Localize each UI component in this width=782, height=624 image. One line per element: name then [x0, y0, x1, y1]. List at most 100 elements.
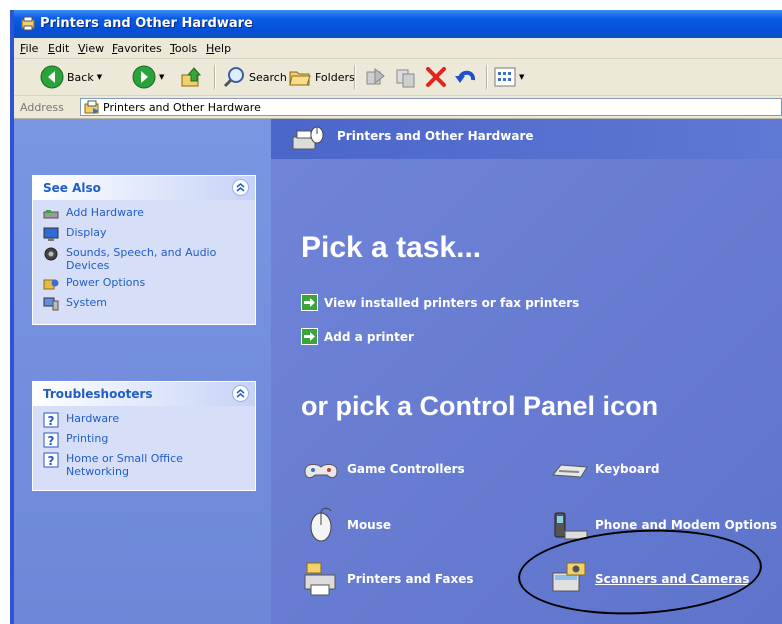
menu-help[interactable]: Help: [206, 42, 231, 55]
cp-keyboard[interactable]: Keyboard: [549, 449, 660, 489]
folders-label: Folders: [315, 70, 355, 84]
see-also-sounds[interactable]: Sounds, Speech, and Audio Devices: [33, 244, 255, 274]
content-header-title: Printers and Other Hardware: [337, 129, 534, 143]
toolbar-separator: [354, 65, 355, 89]
cp-game-controllers[interactable]: Game Controllers: [301, 449, 465, 489]
troubleshooters-header[interactable]: Troubleshooters: [33, 382, 255, 406]
title-bar[interactable]: Printers and Other Hardware: [10, 10, 782, 38]
delete-icon: [426, 67, 446, 87]
task-link-text: Add a printer: [324, 329, 414, 344]
views-dropdown-icon[interactable]: ▼: [519, 73, 524, 81]
undo-icon: [455, 70, 475, 83]
game-controller-icon: [304, 463, 338, 479]
troubleshooter-printing[interactable]: ? Printing: [33, 430, 255, 450]
see-also-display[interactable]: Display: [33, 224, 255, 244]
toolbar: Back ▼ ▼ Search Folders ▼: [14, 59, 782, 96]
green-arrow-icon: [301, 328, 318, 345]
computer-icon: [43, 297, 59, 311]
cp-printers-faxes[interactable]: Printers and Faxes: [301, 559, 474, 599]
move-to-button[interactable]: [364, 65, 388, 89]
svg-text:?: ?: [48, 434, 55, 448]
back-dropdown-icon[interactable]: ▼: [97, 73, 102, 81]
display-icon: [43, 227, 59, 241]
cp-label: Mouse: [347, 518, 392, 532]
help-icon: ?: [43, 412, 59, 428]
address-value: Printers and Other Hardware: [103, 101, 261, 114]
menu-tools[interactable]: Tools: [170, 42, 197, 55]
troubleshooter-item-label: Hardware: [66, 412, 120, 425]
task-link-text: View installed printers or fax printers: [324, 295, 580, 310]
see-also-title: See Also: [43, 181, 101, 195]
explorer-window: Printers and Other Hardware File Edit Vi…: [10, 10, 782, 624]
move-to-icon: [366, 67, 385, 85]
see-also-item-label: Add Hardware: [66, 206, 144, 219]
mouse-icon: [310, 507, 332, 542]
help-icon: ?: [43, 432, 59, 448]
views-icon: [494, 67, 516, 87]
views-button[interactable]: ▼: [494, 65, 524, 89]
add-hardware-icon: [43, 210, 59, 219]
toolbar-separator: [486, 65, 487, 89]
forward-button[interactable]: ▼: [132, 65, 164, 89]
troubleshooter-item-label: Home or Small Office Networking: [66, 452, 183, 478]
content-header: Printers and Other Hardware: [271, 119, 782, 159]
forward-dropdown-icon[interactable]: ▼: [159, 73, 164, 81]
cp-label: Keyboard: [595, 462, 660, 476]
help-icon: ?: [43, 452, 59, 468]
troubleshooter-item-label: Printing: [66, 432, 109, 445]
search-icon: [223, 67, 244, 88]
back-label: Back: [67, 70, 94, 84]
see-also-power-options[interactable]: Power Options: [33, 274, 255, 294]
pick-icon-heading: or pick a Control Panel icon: [301, 391, 659, 421]
up-folder-icon: [181, 67, 202, 87]
see-also-panel: See Also Add Hardware Display Sounds, Sp…: [32, 175, 256, 325]
up-button[interactable]: [180, 65, 204, 89]
printer-folder-icon: [21, 16, 35, 31]
see-also-item-label: Display: [66, 226, 107, 239]
printer-mouse-icon: [292, 126, 324, 150]
task-view-printers[interactable]: View installed printers or fax printers: [301, 294, 579, 311]
toolbar-separator: [214, 65, 215, 89]
menu-edit[interactable]: Edit: [48, 42, 69, 55]
printer-folder-icon: [84, 100, 99, 114]
menu-file[interactable]: File: [20, 42, 38, 55]
menu-bar: File Edit View Favorites Tools Help: [14, 38, 782, 59]
address-label: Address: [20, 101, 64, 114]
copy-to-button[interactable]: [394, 65, 418, 89]
address-field[interactable]: Printers and Other Hardware: [80, 98, 782, 116]
see-also-item-label: Power Options: [66, 276, 146, 289]
troubleshooter-hardware[interactable]: ? Hardware: [33, 410, 255, 430]
power-icon: [43, 279, 59, 290]
svg-text:?: ?: [48, 414, 55, 428]
address-bar: Address Printers and Other Hardware: [14, 96, 782, 119]
back-button[interactable]: Back ▼: [40, 65, 102, 89]
forward-arrow-icon: [132, 65, 156, 89]
folders-icon: [289, 71, 311, 86]
see-also-add-hardware[interactable]: Add Hardware: [33, 204, 255, 224]
see-also-header[interactable]: See Also: [33, 176, 255, 200]
undo-button[interactable]: [454, 65, 478, 89]
task-add-printer[interactable]: Add a printer: [301, 328, 414, 345]
troubleshooter-networking[interactable]: ? Home or Small Office Networking: [33, 450, 255, 480]
search-button[interactable]: Search: [222, 65, 287, 89]
menu-favorites[interactable]: Favorites: [112, 42, 162, 55]
cp-label: Printers and Faxes: [347, 572, 474, 586]
pick-task-heading: Pick a task...: [301, 231, 482, 264]
menu-view[interactable]: View: [78, 42, 104, 55]
cp-mouse[interactable]: Mouse: [301, 505, 391, 545]
back-arrow-icon: [40, 65, 64, 89]
see-also-item-label: System: [66, 296, 108, 309]
collapse-chevron-icon[interactable]: [232, 179, 249, 196]
task-pane: See Also Add Hardware Display Sounds, Sp…: [14, 119, 271, 624]
window-border: [10, 10, 14, 624]
folders-button[interactable]: Folders: [288, 65, 355, 89]
search-label: Search: [249, 70, 287, 84]
delete-button[interactable]: [424, 65, 448, 89]
troubleshooters-panel: Troubleshooters ? Hardware ? Printing ? …: [32, 381, 256, 491]
window-title: Printers and Other Hardware: [40, 16, 253, 31]
green-arrow-icon: [301, 294, 318, 311]
see-also-system[interactable]: System: [33, 294, 255, 314]
collapse-chevron-icon[interactable]: [232, 385, 249, 402]
copy-to-icon: [396, 69, 415, 88]
svg-text:?: ?: [48, 454, 55, 468]
